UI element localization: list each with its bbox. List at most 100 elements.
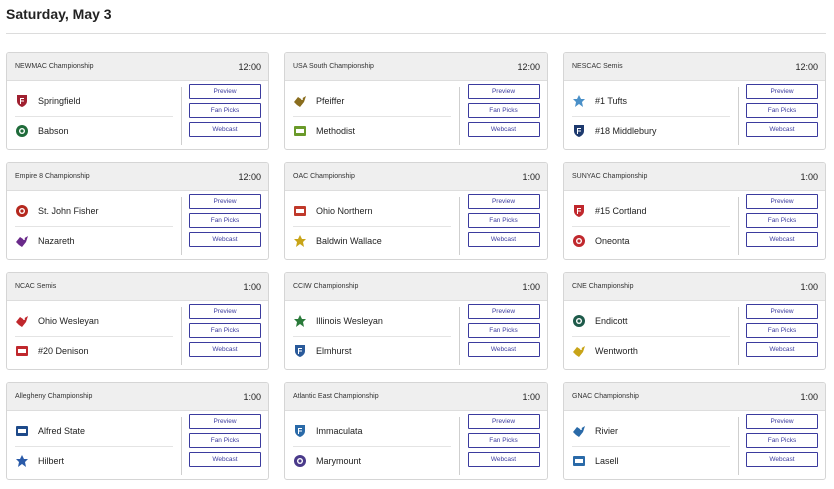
team-name[interactable]: Baldwin Wallace [316, 236, 382, 246]
preview-button[interactable]: Preview [189, 194, 261, 209]
team-row[interactable]: Oneonta [564, 227, 738, 256]
team-name[interactable]: Alfred State [38, 426, 85, 436]
preview-button[interactable]: Preview [746, 194, 818, 209]
webcast-button[interactable]: Webcast [467, 232, 540, 247]
game-card: OAC Championship 1:00 Ohio Northern Bald… [284, 162, 548, 260]
fan-picks-button[interactable]: Fan Picks [746, 103, 818, 118]
team-name[interactable]: #18 Middlebury [595, 126, 657, 136]
fan-picks-button[interactable]: Fan Picks [467, 213, 540, 228]
fan-picks-button[interactable]: Fan Picks [467, 433, 540, 448]
game-time: 12:00 [238, 61, 261, 72]
team-row[interactable]: #18 Middlebury [564, 117, 738, 146]
team-name[interactable]: Hilbert [38, 456, 64, 466]
team-row[interactable]: Pfeiffer [285, 87, 459, 116]
team-row[interactable]: Lasell [564, 447, 738, 476]
fan-picks-button[interactable]: Fan Picks [189, 103, 261, 118]
pfeiffer-logo-icon [293, 94, 307, 108]
conference-name: NCAC Semis [15, 283, 57, 290]
team-name[interactable]: Immaculata [316, 426, 363, 436]
fan-picks-button[interactable]: Fan Picks [189, 323, 261, 338]
preview-button[interactable]: Preview [189, 414, 261, 429]
team-list: Endicott Wentworth [564, 307, 739, 365]
team-row[interactable]: Alfred State [7, 417, 181, 446]
team-name[interactable]: Illinois Wesleyan [316, 316, 383, 326]
team-row[interactable]: Wentworth [564, 337, 738, 366]
team-row[interactable]: St. John Fisher [7, 197, 181, 226]
game-card: NCAC Semis 1:00 Ohio Wesleyan #20 Deniso… [6, 272, 269, 370]
preview-button[interactable]: Preview [467, 194, 540, 209]
team-row[interactable]: #1 Tufts [564, 87, 738, 116]
team-name[interactable]: #1 Tufts [595, 96, 627, 106]
team-row[interactable]: #15 Cortland [564, 197, 738, 226]
webcast-button[interactable]: Webcast [189, 342, 261, 357]
fan-picks-button[interactable]: Fan Picks [189, 213, 261, 228]
preview-button[interactable]: Preview [746, 304, 818, 319]
preview-button[interactable]: Preview [746, 84, 818, 99]
st-john-fisher-logo-icon [15, 204, 29, 218]
webcast-button[interactable]: Webcast [746, 342, 818, 357]
preview-button[interactable]: Preview [189, 304, 261, 319]
webcast-button[interactable]: Webcast [189, 452, 261, 467]
preview-button[interactable]: Preview [746, 414, 818, 429]
conference-name: NEWMAC Championship [15, 63, 94, 70]
day-title: Saturday, May 3 [6, 6, 112, 22]
preview-button[interactable]: Preview [467, 414, 540, 429]
team-row[interactable]: Immaculata [285, 417, 459, 446]
preview-button[interactable]: Preview [189, 84, 261, 99]
team-name[interactable]: Ohio Northern [316, 206, 373, 216]
team-row[interactable]: Babson [7, 117, 181, 146]
game-actions: Preview Fan Picks Webcast [182, 301, 268, 369]
team-row[interactable]: Elmhurst [285, 337, 459, 366]
game-time: 1:00 [800, 171, 818, 182]
game-time: 1:00 [522, 171, 540, 182]
fan-picks-button[interactable]: Fan Picks [746, 213, 818, 228]
fan-picks-button[interactable]: Fan Picks [746, 433, 818, 448]
team-row[interactable]: Ohio Wesleyan [7, 307, 181, 336]
team-row[interactable]: Nazareth [7, 227, 181, 256]
team-list: Pfeiffer Methodist [285, 87, 460, 145]
team-row[interactable]: Illinois Wesleyan [285, 307, 459, 336]
team-name[interactable]: #20 Denison [38, 346, 89, 356]
team-name[interactable]: Springfield [38, 96, 81, 106]
team-name[interactable]: Ohio Wesleyan [38, 316, 99, 326]
fan-picks-button[interactable]: Fan Picks [189, 433, 261, 448]
team-name[interactable]: Endicott [595, 316, 628, 326]
webcast-button[interactable]: Webcast [467, 122, 540, 137]
webcast-button[interactable]: Webcast [467, 452, 540, 467]
team-row[interactable]: Methodist [285, 117, 459, 146]
team-name[interactable]: Elmhurst [316, 346, 352, 356]
team-row[interactable]: Springfield [7, 87, 181, 116]
preview-button[interactable]: Preview [467, 304, 540, 319]
webcast-button[interactable]: Webcast [189, 122, 261, 137]
game-body: Ohio Wesleyan #20 Denison Preview Fan Pi… [7, 301, 268, 369]
team-name[interactable]: Wentworth [595, 346, 638, 356]
fan-picks-button[interactable]: Fan Picks [467, 323, 540, 338]
webcast-button[interactable]: Webcast [746, 232, 818, 247]
team-row[interactable]: Rivier [564, 417, 738, 446]
team-name[interactable]: #15 Cortland [595, 206, 647, 216]
team-name[interactable]: Oneonta [595, 236, 630, 246]
team-name[interactable]: Babson [38, 126, 69, 136]
fan-picks-button[interactable]: Fan Picks [746, 323, 818, 338]
team-name[interactable]: Nazareth [38, 236, 75, 246]
team-row[interactable]: Ohio Northern [285, 197, 459, 226]
webcast-button[interactable]: Webcast [467, 342, 540, 357]
team-name[interactable]: Marymount [316, 456, 361, 466]
preview-button[interactable]: Preview [467, 84, 540, 99]
team-name[interactable]: Methodist [316, 126, 355, 136]
team-name[interactable]: St. John Fisher [38, 206, 99, 216]
team-name[interactable]: Pfeiffer [316, 96, 344, 106]
fan-picks-button[interactable]: Fan Picks [467, 103, 540, 118]
team-row[interactable]: Baldwin Wallace [285, 227, 459, 256]
team-row[interactable]: Hilbert [7, 447, 181, 476]
webcast-button[interactable]: Webcast [746, 122, 818, 137]
game-body: Alfred State Hilbert Preview Fan Picks W… [7, 411, 268, 479]
webcast-button[interactable]: Webcast [746, 452, 818, 467]
team-row[interactable]: Marymount [285, 447, 459, 476]
webcast-button[interactable]: Webcast [189, 232, 261, 247]
team-name[interactable]: Rivier [595, 426, 618, 436]
team-row[interactable]: #20 Denison [7, 337, 181, 366]
team-name[interactable]: Lasell [595, 456, 619, 466]
wentworth-logo-icon [572, 344, 586, 358]
team-row[interactable]: Endicott [564, 307, 738, 336]
